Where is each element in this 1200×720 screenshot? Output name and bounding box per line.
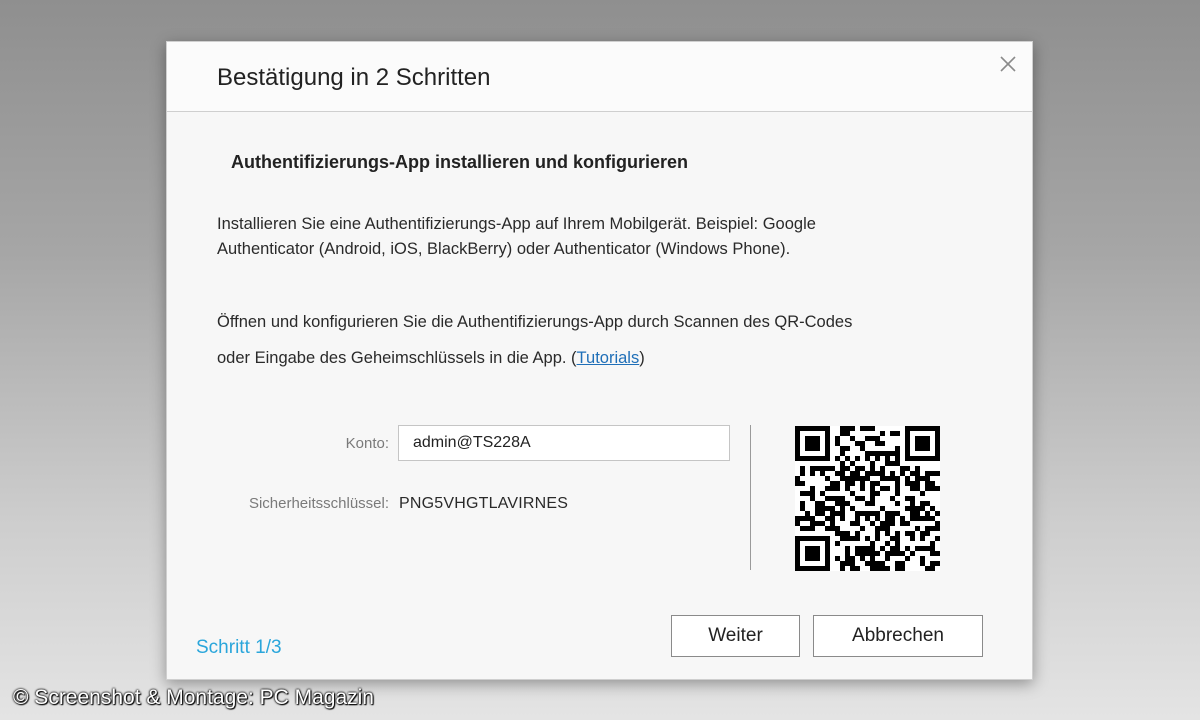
cancel-button[interactable]: Abbrechen (813, 615, 983, 657)
configure-instructions-suffix: ) (639, 349, 645, 367)
account-label: Konto: (345, 435, 389, 452)
qr-code-icon (795, 426, 940, 571)
install-instructions-line-1: Installieren Sie eine Authentifizierungs… (217, 215, 816, 233)
vertical-divider (750, 425, 751, 570)
security-key-label: Sicherheitsschlüssel: (248, 495, 389, 512)
two-step-verification-dialog: Bestätigung in 2 Schritten Authentifizie… (166, 41, 1033, 680)
step-indicator: Schritt 1/3 (196, 637, 282, 658)
configure-instructions-prefix: oder Eingabe des Geheimschlüssels in die… (217, 349, 577, 367)
next-button[interactable]: Weiter (671, 615, 800, 657)
install-instructions-line-2: Authenticator (Android, iOS, BlackBerry)… (217, 240, 791, 258)
tutorials-link[interactable]: Tutorials (577, 349, 640, 367)
security-key-value: PNG5VHGTLAVIRNES (399, 495, 569, 512)
qr-code-graphic (795, 426, 940, 571)
configure-instructions: Öffnen und konfigurieren Sie die Authent… (217, 304, 852, 376)
close-button[interactable] (998, 54, 1018, 74)
dialog-title: Bestätigung in 2 Schritten (217, 64, 491, 91)
image-credit: © Screenshot & Montage: PC Magazin (13, 686, 374, 709)
dialog-header: Bestätigung in 2 Schritten (167, 42, 1032, 112)
configure-instructions-line-2: oder Eingabe des Geheimschlüssels in die… (217, 340, 852, 376)
configure-instructions-line-1: Öffnen und konfigurieren Sie die Authent… (217, 313, 853, 331)
close-icon (1000, 56, 1016, 72)
account-input[interactable] (398, 425, 730, 461)
install-instructions: Installieren Sie eine Authentifizierungs… (217, 212, 816, 262)
section-title: Authentifizierungs-App installieren und … (231, 152, 689, 172)
